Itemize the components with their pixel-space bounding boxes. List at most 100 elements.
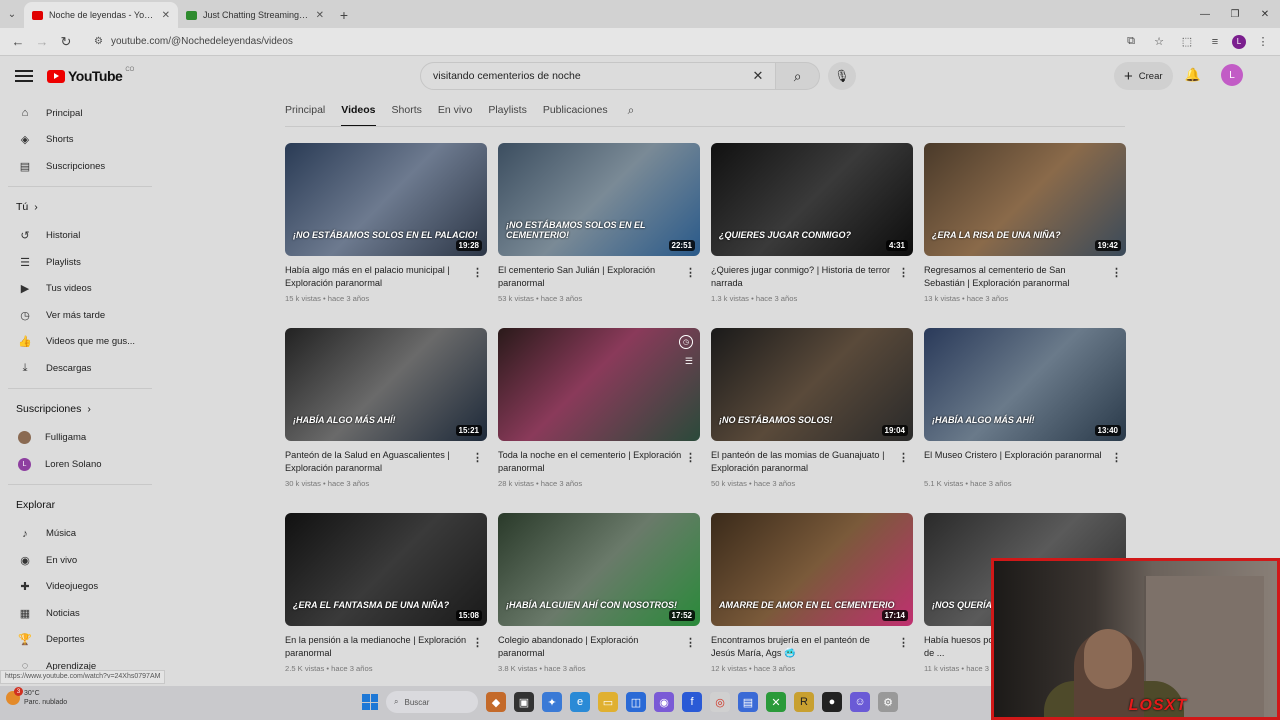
- install-app-icon[interactable]: ⧉: [1120, 31, 1142, 53]
- video-title[interactable]: Panteón de la Salud en Aguascalientes | …: [285, 449, 487, 475]
- widgets-icon[interactable]: ◆: [486, 692, 506, 712]
- video-title[interactable]: Encontramos brujería en el panteón de Je…: [711, 634, 913, 660]
- app-icon[interactable]: ◉: [654, 692, 674, 712]
- video-title[interactable]: ¿Quieres jugar conmigo? | Historia de te…: [711, 264, 913, 290]
- task-view-icon[interactable]: ▣: [514, 692, 534, 712]
- new-tab-button[interactable]: +: [332, 2, 356, 28]
- voice-search-icon[interactable]: 🎙: [828, 62, 856, 90]
- taskbar-search[interactable]: ⌕ Buscar: [386, 691, 478, 713]
- more-actions-icon[interactable]: ⋮: [898, 266, 909, 279]
- menu-hamburger-icon[interactable]: [14, 66, 34, 86]
- sidebar-item[interactable]: ✚ Videojuegos: [0, 574, 160, 601]
- more-actions-icon[interactable]: ⋮: [472, 266, 483, 279]
- more-actions-icon[interactable]: ⋮: [685, 266, 696, 279]
- site-info-icon[interactable]: ⚙: [94, 36, 103, 47]
- sidebar-item[interactable]: ♪ Música: [0, 521, 160, 548]
- video-title[interactable]: Toda la noche en el cementerio | Explora…: [498, 449, 700, 475]
- channel-search-icon[interactable]: ⌕: [628, 103, 635, 118]
- more-actions-icon[interactable]: ⋮: [1111, 266, 1122, 279]
- file-explorer-icon[interactable]: ▭: [598, 692, 618, 712]
- sidebar-item[interactable]: ⤓ Descargas: [0, 355, 160, 382]
- video-title[interactable]: En la pensión a la medianoche | Explorac…: [285, 634, 487, 660]
- close-window-icon[interactable]: ✕: [1250, 0, 1280, 28]
- video-card[interactable]: ¡No estábamos solos! 19:04 El panteón de l…: [711, 328, 913, 513]
- video-card[interactable]: ¡No estábamos solos en el palacio! 19:28 H…: [285, 143, 487, 328]
- video-thumbnail[interactable]: ◷ ☰: [498, 328, 700, 441]
- browser-tab[interactable]: Just Chatting Streaming - Live ✕: [178, 2, 332, 28]
- video-thumbnail[interactable]: ¡Había algo más ahí! 13:40: [924, 328, 1126, 441]
- app-icon[interactable]: R: [794, 692, 814, 712]
- video-thumbnail[interactable]: ¡No estábamos solos en el cementerio! 22:…: [498, 143, 700, 256]
- subscription-item[interactable]: Fulligama: [0, 425, 160, 452]
- sidebar-item[interactable]: ☰ Playlists: [0, 249, 160, 276]
- browser-tab-active[interactable]: Noche de leyendas - YouTube ✕: [24, 2, 178, 28]
- sidebar-item[interactable]: 🏆 Deportes: [0, 627, 160, 654]
- video-card[interactable]: ¡Había algo más ahí! 13:40 El Museo Criste…: [924, 328, 1126, 513]
- video-card[interactable]: ◷ ☰ Toda la noche en el cementerio | Explo…: [498, 328, 700, 513]
- video-thumbnail[interactable]: ¡No estábamos solos en el palacio! 19:28: [285, 143, 487, 256]
- facebook-icon[interactable]: f: [682, 692, 702, 712]
- video-card[interactable]: ¡Había algo más ahí! 15:21 Panteón de la S…: [285, 328, 487, 513]
- video-title[interactable]: Regresamos al cementerio de San Sebastiá…: [924, 264, 1126, 290]
- video-card[interactable]: ¿Era el fantasma de una niña? 15:08 En la …: [285, 513, 487, 698]
- video-thumbnail[interactable]: ¡Había alguien ahí con nosotros! 17:52: [498, 513, 700, 626]
- video-thumbnail[interactable]: ¿Era el fantasma de una niña? 15:08: [285, 513, 487, 626]
- video-title[interactable]: Había algo más en el palacio municipal |…: [285, 264, 487, 290]
- sidebar-item[interactable]: ◷ Ver más tarde: [0, 302, 160, 329]
- edge-icon[interactable]: e: [570, 692, 590, 712]
- watch-later-icon[interactable]: ◷: [679, 335, 693, 349]
- video-thumbnail[interactable]: ¿Quieres jugar conmigo? 4:31: [711, 143, 913, 256]
- video-title[interactable]: El Museo Cristero | Exploración paranorm…: [924, 449, 1126, 475]
- notifications-bell-icon[interactable]: 🔔: [1183, 65, 1203, 85]
- close-tab-icon[interactable]: ✕: [162, 10, 170, 21]
- clear-search-icon[interactable]: ✕: [753, 68, 764, 84]
- more-actions-icon[interactable]: ⋮: [685, 451, 696, 464]
- create-button[interactable]: + Crear: [1114, 62, 1173, 90]
- more-actions-icon[interactable]: ⋮: [898, 451, 909, 464]
- channel-tab[interactable]: Shorts: [392, 100, 422, 120]
- weather-widget[interactable]: 3 30°C Parc. nublado: [6, 687, 67, 707]
- store-icon[interactable]: ◫: [626, 692, 646, 712]
- video-thumbnail[interactable]: ¡No estábamos solos! 19:04: [711, 328, 913, 441]
- sidebar-subscriptions-header[interactable]: Suscripciones ›: [0, 393, 160, 425]
- video-card[interactable]: ¡No estábamos solos en el cementerio! 22:…: [498, 143, 700, 328]
- video-card[interactable]: ¡Había alguien ahí con nosotros! 17:52 Col…: [498, 513, 700, 698]
- channel-tab[interactable]: Publicaciones: [543, 100, 608, 120]
- more-actions-icon[interactable]: ⋮: [685, 636, 696, 649]
- search-button[interactable]: ⌕: [776, 62, 820, 90]
- omnibox[interactable]: ⚙ youtube.com/@Nochedeleyendas/videos: [86, 30, 1096, 53]
- more-actions-icon[interactable]: ⋮: [472, 636, 483, 649]
- copilot-icon[interactable]: ✦: [542, 692, 562, 712]
- channel-tab[interactable]: Playlists: [488, 100, 527, 120]
- sidebar-item[interactable]: 👍 Videos que me gus...: [0, 329, 160, 356]
- sidebar-item[interactable]: ▶ Tus videos: [0, 276, 160, 303]
- video-card[interactable]: ¿Era la risa de una niña? 19:42 Regresamos…: [924, 143, 1126, 328]
- windows-start-icon[interactable]: [362, 694, 378, 710]
- close-tab-icon[interactable]: ✕: [316, 10, 324, 21]
- video-card[interactable]: Amarre de amor en el cementerio 17:14 Enco…: [711, 513, 913, 698]
- video-title[interactable]: Colegio abandonado | Exploración paranor…: [498, 634, 700, 660]
- back-icon[interactable]: ←: [6, 30, 30, 54]
- sidebar-item[interactable]: ◉ En vivo: [0, 547, 160, 574]
- restore-icon[interactable]: ❐: [1220, 0, 1250, 28]
- sidebar-item[interactable]: ▤ Suscripciones: [0, 153, 160, 180]
- discord-icon[interactable]: ☺: [850, 692, 870, 712]
- obs-icon[interactable]: ●: [822, 692, 842, 712]
- chrome-icon[interactable]: ◎: [710, 692, 730, 712]
- channel-tab[interactable]: Principal: [285, 100, 325, 120]
- profile-avatar[interactable]: L: [1232, 34, 1246, 49]
- video-title[interactable]: El cementerio San Julián | Exploración p…: [498, 264, 700, 290]
- sidebar-item[interactable]: ◈ Shorts: [0, 127, 160, 154]
- forward-icon[interactable]: →: [30, 30, 54, 54]
- account-avatar[interactable]: L: [1221, 64, 1243, 86]
- sidebar-you-header[interactable]: Tú ›: [0, 191, 160, 223]
- channel-tab[interactable]: En vivo: [438, 100, 472, 120]
- reload-icon[interactable]: ↻: [54, 30, 78, 54]
- more-actions-icon[interactable]: ⋮: [1111, 451, 1122, 464]
- sidebar-item[interactable]: ⌂ Principal: [0, 100, 160, 127]
- video-card[interactable]: ¿Quieres jugar conmigo? 4:31 ¿Quieres juga…: [711, 143, 913, 328]
- extensions-icon[interactable]: ⬚: [1176, 31, 1198, 53]
- app-icon[interactable]: ▤: [738, 692, 758, 712]
- add-to-queue-icon[interactable]: ☰: [685, 356, 693, 367]
- video-thumbnail[interactable]: ¿Era la risa de una niña? 19:42: [924, 143, 1126, 256]
